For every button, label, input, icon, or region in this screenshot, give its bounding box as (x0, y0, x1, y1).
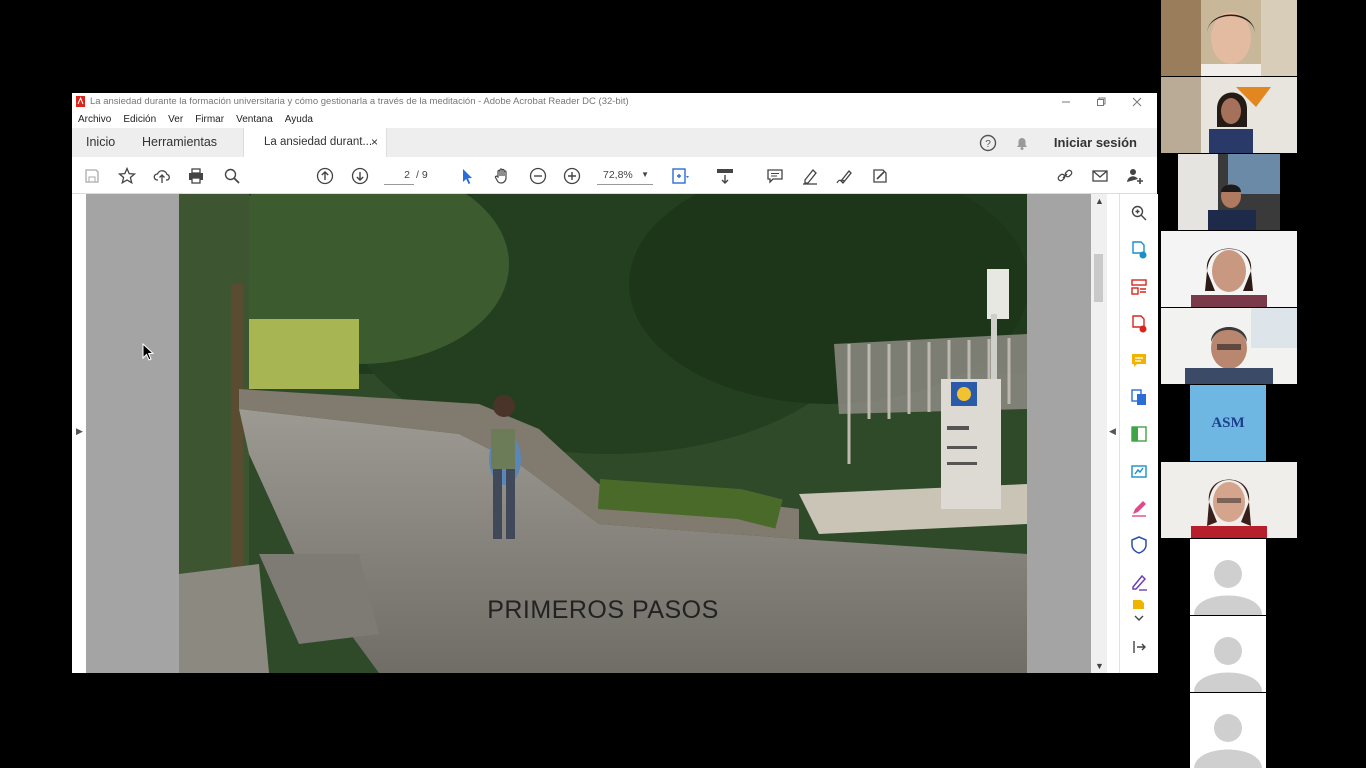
protect-shield-icon[interactable] (1130, 536, 1148, 554)
create-pdf-icon[interactable] (1130, 315, 1148, 333)
participant-video (1161, 462, 1297, 538)
page-background: PRIMEROS PASOS (86, 194, 1091, 673)
chevron-down-icon[interactable] (1130, 610, 1148, 622)
close-window-button[interactable] (1122, 94, 1152, 110)
participant-video (1161, 0, 1297, 76)
tab-document-label: La ansiedad durant... (264, 136, 373, 148)
svg-text:?: ? (985, 139, 991, 150)
select-cursor-icon[interactable] (457, 166, 477, 186)
scroll-down-icon[interactable]: ▼ (1095, 661, 1104, 671)
slide-image: PRIMEROS PASOS (179, 194, 1027, 673)
zoom-out-icon[interactable] (528, 166, 548, 186)
combine-files-icon[interactable] (1130, 388, 1148, 406)
chevron-right-icon: ▶ (76, 426, 83, 436)
participant-tile-1[interactable] (1161, 0, 1297, 76)
scroll-up-icon[interactable]: ▲ (1095, 196, 1104, 206)
signin-link[interactable]: Iniciar sesión (1054, 128, 1137, 157)
scroll-mode-icon[interactable] (715, 166, 735, 186)
restore-button[interactable] (1086, 94, 1116, 110)
chevron-left-icon: ◀ (1109, 426, 1116, 436)
comment-icon[interactable] (765, 166, 785, 186)
menu-ver[interactable]: Ver (162, 111, 189, 128)
main-toolbar: 2 / 9 72,8% ▼ (72, 157, 1157, 194)
chevron-down-icon: ▼ (641, 170, 649, 179)
acrobat-window: La ansiedad durante la formación univers… (72, 93, 1158, 673)
document-area[interactable]: ▶ PRIMEROS PASOS ▲ ▼ ◀ (72, 194, 1119, 673)
title-bar: La ansiedad durante la formación univers… (72, 93, 1157, 111)
user-avatar-icon (1194, 637, 1262, 692)
participant-tile-7[interactable] (1161, 462, 1297, 538)
tab-tools[interactable]: Herramientas (142, 128, 217, 157)
participant-tile-10[interactable] (1190, 693, 1266, 768)
menu-archivo[interactable]: Archivo (72, 111, 117, 128)
zoom-in-icon[interactable] (562, 166, 582, 186)
zoom-search-icon[interactable] (222, 166, 242, 186)
fill-sign-icon[interactable] (870, 166, 890, 186)
participant-tile-3[interactable] (1178, 154, 1280, 230)
export-pdf-icon[interactable] (1130, 241, 1148, 259)
tab-close-icon[interactable]: × (371, 128, 378, 157)
vertical-scrollbar[interactable]: ▲ ▼ (1091, 194, 1107, 673)
participant-video (1178, 154, 1280, 230)
tab-home[interactable]: Inicio (86, 128, 115, 157)
page-number-input[interactable]: 2 (384, 165, 414, 185)
zoom-level-value: 72,8% (603, 169, 633, 181)
tools-pane (1119, 194, 1158, 673)
scrollbar-thumb[interactable] (1094, 254, 1103, 302)
participant-tile-8[interactable] (1190, 539, 1266, 615)
participants-strip: ASM (1160, 0, 1297, 768)
print-icon[interactable] (186, 166, 206, 186)
previous-page-icon[interactable] (315, 166, 335, 186)
participant-tile-6[interactable]: ASM (1190, 385, 1266, 461)
email-icon[interactable] (1090, 166, 1110, 186)
save-icon[interactable] (82, 166, 102, 186)
menu-edicion[interactable]: Edición (117, 111, 162, 128)
tab-document[interactable]: La ansiedad durant... × (243, 128, 387, 157)
participant-video (1161, 308, 1297, 384)
participant-tile-2[interactable] (1161, 77, 1297, 153)
participant-tile-9[interactable] (1190, 616, 1266, 692)
collapse-pane-icon[interactable] (1130, 638, 1148, 656)
mouse-cursor-icon (142, 343, 154, 361)
share-link-icon[interactable] (1055, 166, 1075, 186)
asm-logo: ASM (1190, 385, 1266, 461)
minimize-button[interactable] (1051, 94, 1081, 110)
participant-tile-5[interactable] (1161, 308, 1297, 384)
slide-caption: PRIMEROS PASOS (487, 596, 719, 624)
search-tool-icon[interactable] (1130, 204, 1148, 222)
window-title: La ansiedad durante la formación univers… (90, 96, 629, 107)
add-person-icon[interactable] (1125, 166, 1145, 186)
fit-page-icon[interactable] (670, 166, 690, 186)
hand-tool-icon[interactable] (492, 166, 512, 186)
menu-firmar[interactable]: Firmar (189, 111, 230, 128)
draw-icon[interactable] (835, 166, 855, 186)
page-total: / 9 (416, 169, 428, 181)
zoom-level-select[interactable]: 72,8% ▼ (597, 165, 653, 185)
left-pane-toggle[interactable]: ▶ (72, 194, 86, 673)
menu-bar: Archivo Edición Ver Firmar Ventana Ayuda (72, 111, 1157, 128)
scan-ocr-icon[interactable] (1130, 462, 1148, 480)
cloud-upload-icon[interactable] (152, 166, 172, 186)
highlight-pen-icon[interactable] (800, 166, 820, 186)
comment-tool-icon[interactable] (1130, 352, 1148, 370)
menu-ventana[interactable]: Ventana (230, 111, 279, 128)
edit-pen-icon[interactable] (1130, 499, 1148, 517)
right-pane-toggle[interactable]: ◀ (1107, 194, 1119, 673)
participant-video (1161, 231, 1297, 307)
help-icon[interactable]: ? (979, 134, 997, 152)
menu-ayuda[interactable]: Ayuda (279, 111, 319, 128)
next-page-icon[interactable] (350, 166, 370, 186)
participant-video (1161, 77, 1297, 153)
participant-tile-4[interactable] (1161, 231, 1297, 307)
bookmark-star-icon[interactable] (117, 166, 137, 186)
compress-pdf-icon[interactable] (1130, 425, 1148, 443)
user-avatar-icon (1194, 560, 1262, 615)
bell-icon[interactable] (1013, 134, 1031, 152)
more-tools-icon[interactable] (1130, 599, 1148, 609)
user-avatar-icon (1194, 714, 1262, 768)
acrobat-app-icon (76, 96, 85, 107)
tab-bar: Inicio Herramientas La ansiedad durant..… (72, 128, 1157, 158)
fill-sign-tool-icon[interactable] (1130, 573, 1148, 591)
organize-pages-icon[interactable] (1130, 278, 1148, 296)
